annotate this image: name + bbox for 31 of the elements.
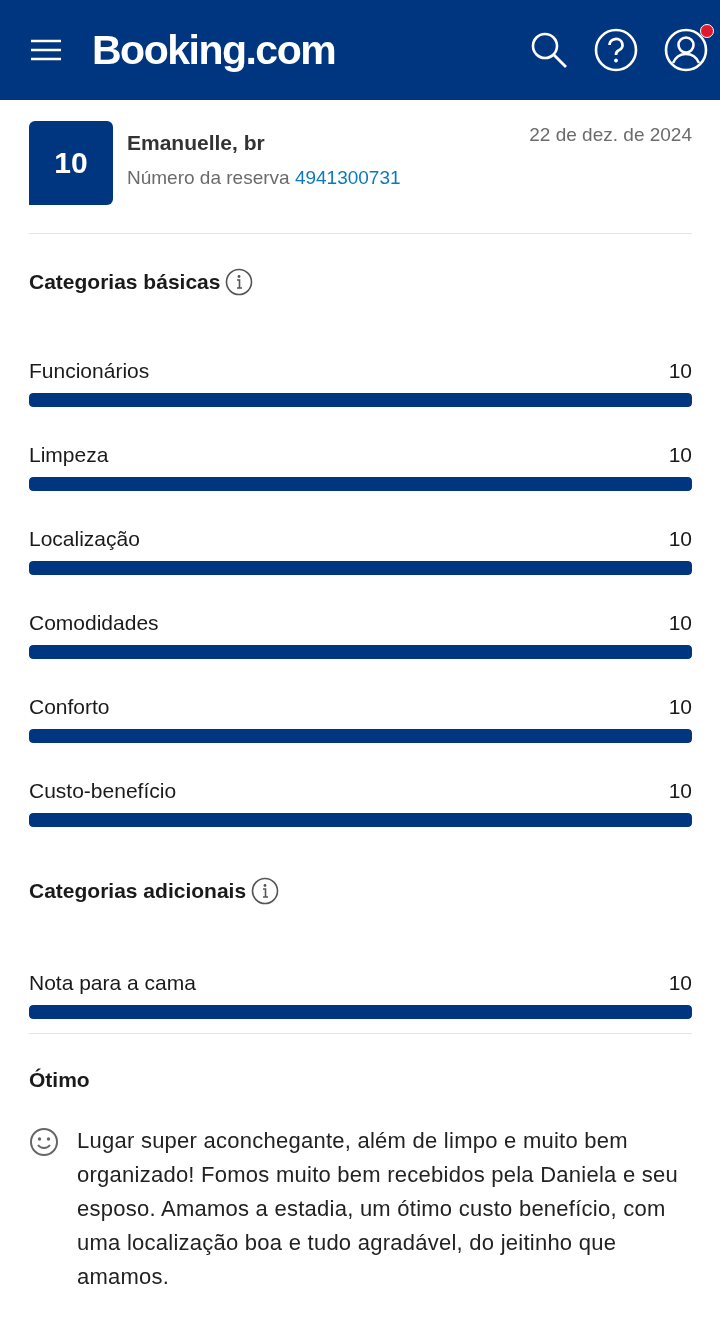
info-icon[interactable] xyxy=(225,268,254,296)
review-date: 22 de dez. de 2024 xyxy=(529,123,692,147)
review-text: Lugar super aconchegante, além de limpo e muito bem organizado! Fomos muito bem recebidos pela Daniela e seu esposo. Amamos a estadia, um ótimo custo benefício, com uma localização boa e tudo agradável, do jeitinho que amamos. xyxy=(77,1127,679,1291)
account-icon[interactable] xyxy=(664,28,708,72)
category-name: Comodidades xyxy=(29,611,159,635)
category-score: 10 xyxy=(668,695,692,719)
booking-number[interactable]: 4941300731 xyxy=(294,167,401,188)
category-score: 10 xyxy=(668,611,692,635)
review-score: 10 xyxy=(29,121,113,205)
help-icon[interactable] xyxy=(594,28,638,72)
category-name: Nota para a cama xyxy=(29,971,196,995)
section-title: Categorias adicionais xyxy=(29,879,247,903)
category-name: Localização xyxy=(29,527,140,551)
category-score: 10 xyxy=(668,971,692,995)
info-icon[interactable] xyxy=(251,877,280,905)
booking-number-label: Número da reserva xyxy=(127,167,290,188)
category-score: 10 xyxy=(668,779,692,803)
section-title: Categorias básicas xyxy=(29,270,221,294)
category-name: Funcionários xyxy=(29,359,150,383)
category-name: Limpeza xyxy=(29,443,109,467)
reviewer-name: Emanuelle, br xyxy=(127,131,266,155)
category-name: Conforto xyxy=(29,695,110,719)
search-icon[interactable] xyxy=(530,31,568,69)
category-score: 10 xyxy=(668,359,692,383)
category-score: 10 xyxy=(668,443,692,467)
review-title: Ótimo xyxy=(29,1067,91,1093)
category-score: 10 xyxy=(668,527,692,551)
menu-icon[interactable] xyxy=(30,39,62,61)
category-name: Custo-benefício xyxy=(29,779,177,803)
logo[interactable]: Booking.com xyxy=(92,26,336,74)
smiley-icon xyxy=(29,1127,59,1157)
